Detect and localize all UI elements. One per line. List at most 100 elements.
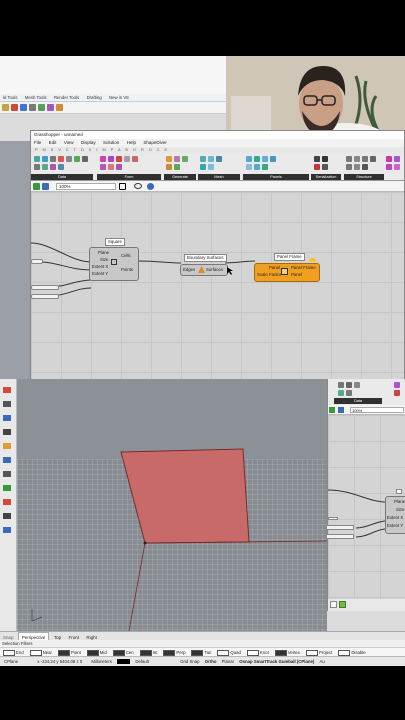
- gh-canvas[interactable]: Plane Size Extent X Extent Y: [326, 415, 405, 599]
- tool-icon[interactable]: [3, 387, 11, 393]
- component-icon[interactable]: [246, 156, 252, 162]
- component-icon[interactable]: [100, 164, 106, 170]
- canvas-widget-icon[interactable]: [330, 601, 337, 608]
- boundary-surfaces-component[interactable]: Edges Surfaces: [180, 264, 228, 276]
- square-component[interactable]: Plane Size Extent X Extent Y: [385, 496, 405, 534]
- component-icon[interactable]: [354, 156, 360, 162]
- zoom-extents-icon[interactable]: [119, 183, 126, 190]
- component-icon[interactable]: [346, 156, 352, 162]
- component-icon[interactable]: [246, 164, 252, 170]
- input-port[interactable]: Plane: [394, 499, 405, 504]
- checkbox[interactable]: [86, 649, 99, 656]
- panel-frame-component[interactable]: Panel Scale Factor Panel Frame Panel: [254, 263, 320, 282]
- component-icon[interactable]: [254, 164, 260, 170]
- checkbox[interactable]: [29, 649, 42, 656]
- component-icon[interactable]: [338, 382, 344, 388]
- menu-item[interactable]: Display: [78, 139, 99, 147]
- component-icon[interactable]: [200, 164, 206, 170]
- number-slider[interactable]: [328, 517, 338, 520]
- component-icon[interactable]: [100, 156, 106, 162]
- component-icon[interactable]: [66, 156, 72, 162]
- save-icon[interactable]: [338, 407, 344, 413]
- component-icon[interactable]: [82, 156, 88, 162]
- layer-swatch[interactable]: [117, 657, 131, 666]
- input-port[interactable]: Extent X: [92, 264, 108, 269]
- menu-item[interactable]: File: [31, 139, 44, 147]
- checkbox[interactable]: [217, 649, 230, 656]
- tool-icon[interactable]: [20, 104, 27, 111]
- menu-item[interactable]: Edit: [46, 139, 60, 147]
- checkbox[interactable]: [246, 649, 259, 656]
- output-port[interactable]: Points: [121, 267, 133, 272]
- checkbox[interactable]: [57, 649, 70, 656]
- tool-icon[interactable]: [38, 104, 45, 111]
- grid-snap-toggle[interactable]: Grid Snap: [176, 657, 203, 666]
- component-icon[interactable]: [124, 156, 130, 162]
- zoom-field[interactable]: 100%: [350, 407, 404, 413]
- rhino-tab[interactable]: New in V8: [106, 94, 132, 102]
- component-icon[interactable]: [108, 156, 114, 162]
- preview-eye-icon[interactable]: [134, 183, 142, 189]
- component-icon[interactable]: [116, 164, 122, 170]
- component-icon[interactable]: [50, 164, 56, 170]
- input-port[interactable]: Size: [396, 507, 404, 512]
- tool-icon[interactable]: [3, 429, 11, 435]
- number-slider[interactable]: [31, 259, 43, 264]
- component-icon[interactable]: [386, 156, 392, 162]
- number-slider[interactable]: [326, 525, 354, 530]
- menu-item[interactable]: Solution: [100, 139, 122, 147]
- checkbox[interactable]: [3, 649, 15, 656]
- number-slider[interactable]: [31, 294, 59, 299]
- component-icon[interactable]: [314, 156, 320, 162]
- component-icon[interactable]: [34, 156, 40, 162]
- square-component[interactable]: Plane Size Extent X Extent Y Cells Point…: [89, 247, 139, 281]
- selection-filters[interactable]: Selection Filters: [0, 640, 405, 647]
- sketch-icon[interactable]: [147, 183, 154, 190]
- planar-toggle[interactable]: Planar: [218, 657, 238, 666]
- gumball-toggle[interactable]: Gumball (CPlane): [278, 659, 314, 664]
- perspective-viewport[interactable]: [17, 379, 327, 631]
- menu-item[interactable]: Help: [124, 139, 139, 147]
- checkbox[interactable]: [163, 649, 176, 656]
- component-icon[interactable]: [200, 156, 206, 162]
- layer[interactable]: Default: [131, 657, 153, 666]
- input-port[interactable]: Edges: [183, 267, 195, 272]
- component-icon[interactable]: [362, 164, 368, 170]
- checkbox[interactable]: [139, 649, 152, 656]
- component-icon[interactable]: [346, 164, 352, 170]
- rhino-viewport-background[interactable]: [0, 141, 30, 381]
- component-icon[interactable]: [132, 156, 138, 162]
- input-port[interactable]: Plane: [98, 250, 109, 255]
- component-icon[interactable]: [370, 156, 376, 162]
- rhino-tab[interactable]: Mesh Tools: [22, 94, 50, 102]
- component-icon[interactable]: [42, 156, 48, 162]
- component-icon[interactable]: [394, 164, 400, 170]
- tool-icon[interactable]: [3, 527, 11, 533]
- component-icon[interactable]: [354, 164, 360, 170]
- checkbox[interactable]: [338, 649, 351, 656]
- component-icon[interactable]: [314, 164, 320, 170]
- smarttrack-toggle[interactable]: SmartTrack: [254, 659, 277, 664]
- component-icon[interactable]: [58, 164, 64, 170]
- tool-icon[interactable]: [29, 104, 36, 111]
- input-port[interactable]: Scale Factor: [257, 272, 281, 277]
- input-port[interactable]: Extent X: [387, 515, 403, 520]
- open-file-icon[interactable]: [329, 407, 335, 413]
- checkbox[interactable]: [112, 649, 125, 656]
- tool-icon[interactable]: [3, 443, 11, 449]
- tool-icon[interactable]: [2, 104, 9, 111]
- tool-icon[interactable]: [3, 513, 11, 519]
- component-icon[interactable]: [270, 156, 276, 162]
- tool-icon[interactable]: [11, 104, 18, 111]
- component-icon[interactable]: [166, 164, 172, 170]
- rhino-tab[interactable]: Drafting: [84, 94, 105, 102]
- component-icon[interactable]: [322, 164, 328, 170]
- input-port[interactable]: Extent Y: [387, 523, 403, 528]
- component-icon[interactable]: [116, 156, 122, 162]
- component-icon[interactable]: [174, 156, 180, 162]
- open-file-icon[interactable]: [33, 183, 40, 190]
- save-icon[interactable]: [42, 183, 49, 190]
- tool-icon[interactable]: [3, 485, 11, 491]
- component-icon[interactable]: [50, 156, 56, 162]
- cplane-label[interactable]: CPlane: [0, 657, 22, 666]
